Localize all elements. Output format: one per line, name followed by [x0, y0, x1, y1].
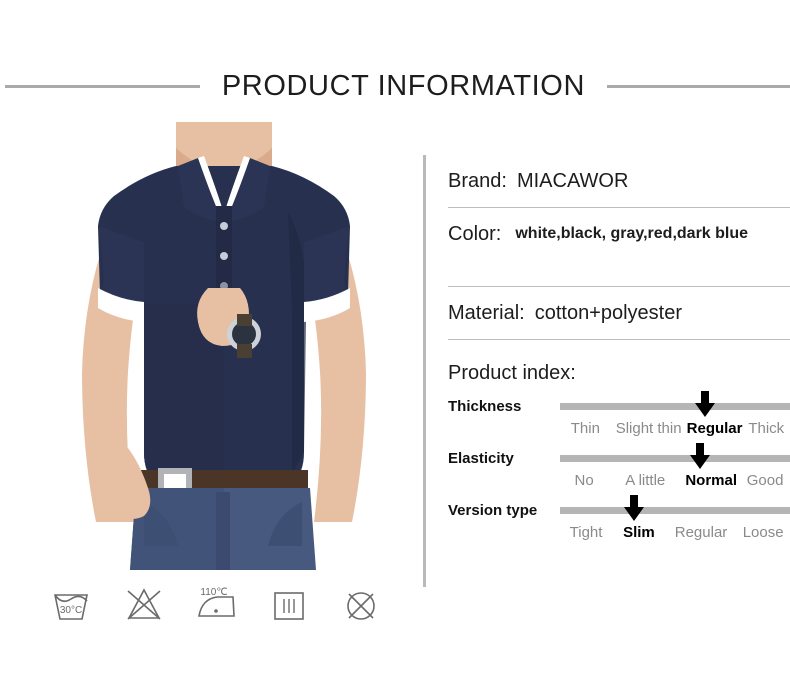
color-value: white,black, gray,red,dark blue: [515, 225, 749, 242]
index-track-elasticity[interactable]: [560, 443, 790, 469]
svg-text:110℃: 110℃: [200, 587, 227, 598]
do-not-bleach-icon: [121, 581, 167, 627]
product-info-panel: Brand: MIACAWOR Color: white,black, gray…: [423, 155, 790, 587]
index-tick-elasticity-3[interactable]: Good: [740, 472, 790, 489]
product-index-title: Product index:: [448, 362, 576, 384]
index-tick-elasticity-0[interactable]: No: [560, 472, 608, 489]
brand-label: Brand:: [448, 169, 507, 192]
care-symbols-row: 30°C 110℃: [30, 578, 402, 630]
index-row-thickness: Thickness Thin Slight thin Regular Thick: [448, 391, 790, 437]
index-tick-elasticity-1[interactable]: A little: [608, 472, 682, 489]
iron-110c-icon: 110℃: [193, 581, 239, 627]
index-tick-version-type-0[interactable]: Tight: [560, 524, 612, 541]
page-title: PRODUCT INFORMATION: [221, 69, 586, 102]
index-tick-thickness-0[interactable]: Thin: [560, 420, 611, 437]
index-marker-thickness: [694, 391, 716, 417]
index-marker-elasticity: [689, 443, 711, 469]
info-row-color: Color: white,black, gray,red,dark blue: [448, 208, 790, 260]
svg-text:30°C: 30°C: [60, 605, 82, 616]
index-label-thickness: Thickness: [448, 397, 522, 415]
index-marker-version-type: [623, 495, 645, 521]
index-tick-version-type-3[interactable]: Loose: [736, 524, 790, 541]
index-tick-thickness-2[interactable]: Regular: [687, 420, 743, 437]
header-rule-left: [5, 84, 200, 88]
product-photo-illustration: [48, 122, 400, 570]
index-row-elasticity: Elasticity No A little Normal Good: [448, 443, 790, 489]
info-row-material: Material: cotton+polyester: [448, 287, 790, 339]
page-header: PRODUCT INFORMATION: [0, 58, 790, 114]
divider-material: [448, 339, 790, 340]
index-tick-version-type-1[interactable]: Slim: [612, 524, 666, 541]
index-tick-version-type-2[interactable]: Regular: [666, 524, 737, 541]
index-row-version-type: Version type Tight Slim Regular Loose: [448, 495, 790, 541]
index-tick-elasticity-2[interactable]: Normal: [682, 472, 740, 489]
header-rule-right: [607, 84, 790, 88]
info-row-brand: Brand: MIACAWOR: [448, 155, 790, 207]
index-scale-thickness: Thin Slight thin Regular Thick: [560, 420, 790, 437]
do-not-dry-clean-icon: [338, 581, 384, 627]
index-scale-version-type: Tight Slim Regular Loose: [560, 524, 790, 541]
index-scale-elasticity: No A little Normal Good: [560, 472, 790, 489]
product-photo: [48, 122, 400, 570]
index-track-version-type[interactable]: [560, 495, 790, 521]
brand-value: MIACAWOR: [516, 169, 629, 192]
index-label-version-type: Version type: [448, 501, 538, 519]
material-label: Material:: [448, 301, 525, 324]
index-tick-thickness-1[interactable]: Slight thin: [611, 420, 687, 437]
wash-30c-icon: 30°C: [48, 581, 94, 627]
drip-dry-icon: [266, 581, 312, 627]
index-track-thickness[interactable]: [560, 391, 790, 417]
index-tick-thickness-3[interactable]: Thick: [743, 420, 790, 437]
index-label-elasticity: Elasticity: [448, 449, 514, 467]
color-label: Color:: [448, 222, 502, 245]
material-value: cotton+polyester: [534, 301, 683, 324]
